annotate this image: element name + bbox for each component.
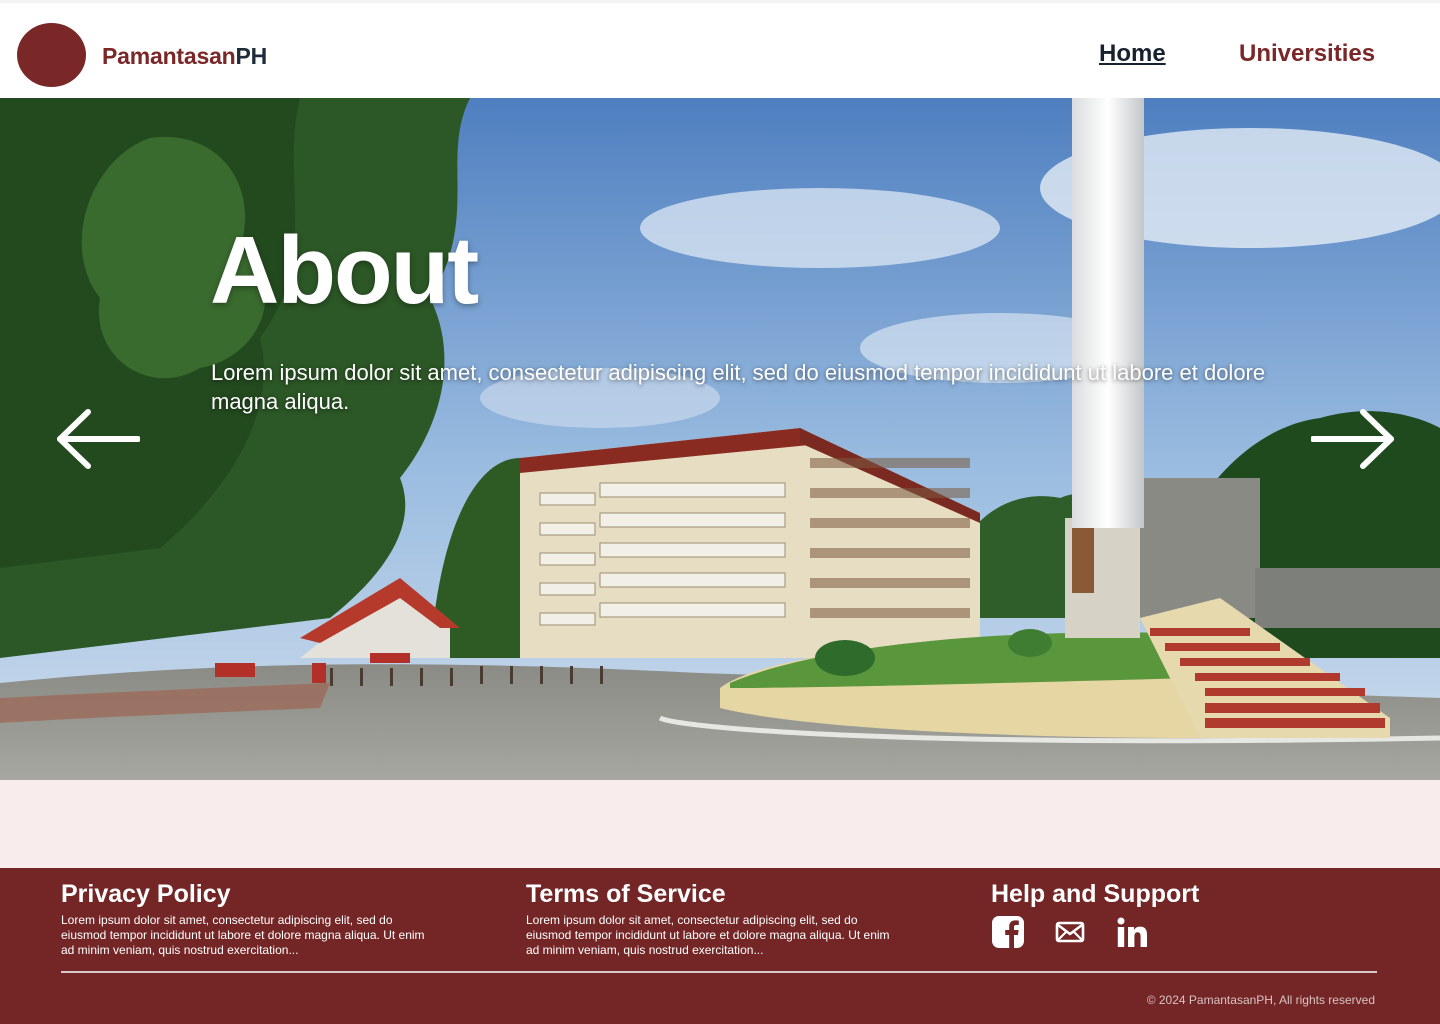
help-support-title[interactable]: Help and Support (991, 880, 1371, 909)
privacy-policy-text: Lorem ipsum dolor sit amet, consectetur … (61, 913, 425, 957)
nav-universities-link[interactable]: Universities (1239, 40, 1375, 68)
facebook-icon[interactable] (991, 915, 1025, 949)
terms-of-service-title[interactable]: Terms of Service (526, 880, 906, 909)
carousel-prev-button[interactable] (54, 404, 141, 474)
mail-icon[interactable] (1053, 915, 1087, 949)
nav-home-link[interactable]: Home (1099, 40, 1166, 68)
hero-background-image (0, 98, 1440, 780)
site-header: PamantasanPH Home Universities (0, 0, 1440, 98)
privacy-policy-section: Privacy Policy Lorem ipsum dolor sit ame… (61, 880, 441, 958)
linkedin-icon[interactable] (1115, 915, 1149, 949)
brand-name-part1: Pamantasan (102, 43, 236, 69)
privacy-policy-title[interactable]: Privacy Policy (61, 880, 441, 909)
hero-title: About (210, 217, 479, 324)
help-support-section: Help and Support (991, 880, 1371, 913)
terms-of-service-section: Terms of Service Lorem ipsum dolor sit a… (526, 880, 906, 958)
content-band (0, 780, 1440, 868)
site-footer: Privacy Policy Lorem ipsum dolor sit ame… (0, 868, 1440, 1024)
carousel-next-button[interactable] (1310, 404, 1397, 474)
logo[interactable] (17, 23, 86, 87)
terms-of-service-text: Lorem ipsum dolor sit amet, consectetur … (526, 913, 890, 957)
brand-name[interactable]: PamantasanPH (102, 43, 267, 70)
footer-divider (61, 971, 1377, 973)
hero-carousel: About Lorem ipsum dolor sit amet, consec… (0, 98, 1440, 780)
arrow-left-icon (57, 409, 141, 469)
copyright-text: © 2024 PamantasanPH, All rights reserved (1146, 993, 1375, 1007)
brand-name-part2: PH (235, 43, 268, 69)
social-links (991, 915, 1149, 949)
hero-description: Lorem ipsum dolor sit amet, consectetur … (211, 360, 1266, 414)
arrow-right-icon (1310, 409, 1394, 469)
